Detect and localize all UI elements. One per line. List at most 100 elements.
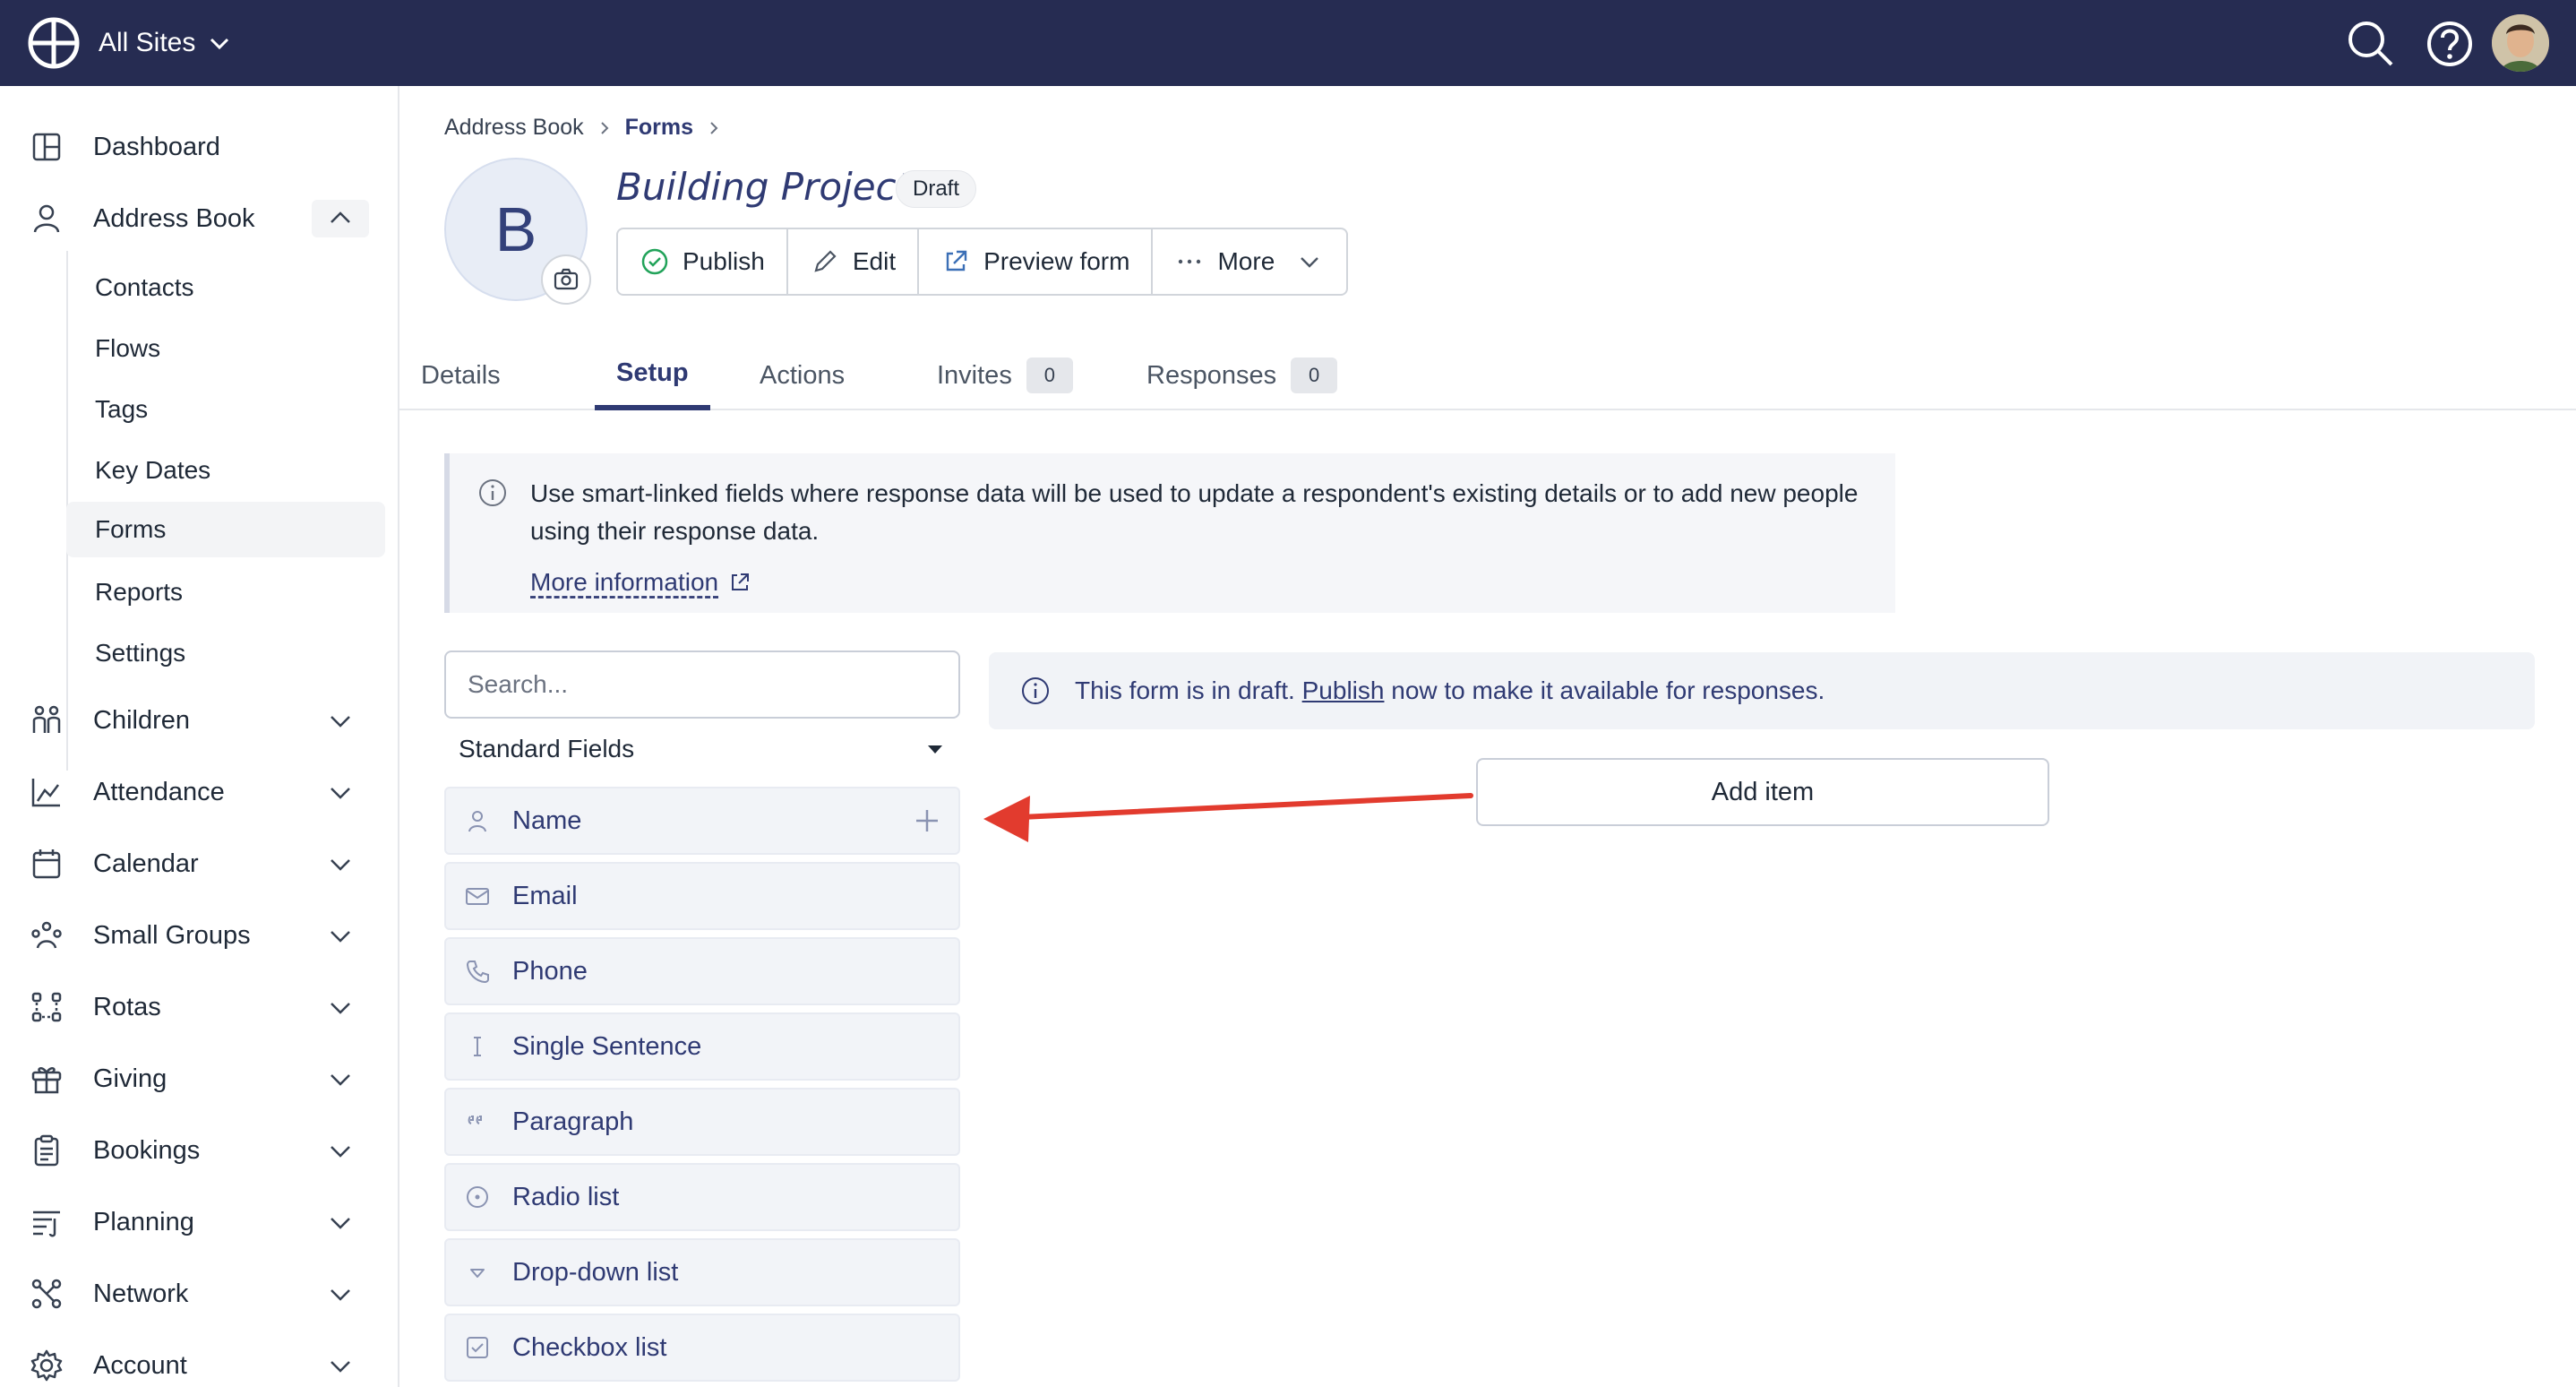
- text-cursor-icon: [474, 1037, 481, 1056]
- chevron-down-icon: [331, 859, 350, 871]
- sidebar-item-giving[interactable]: Giving: [0, 1050, 399, 1107]
- tab-invites[interactable]: Invites 0: [915, 340, 1095, 410]
- sidebar-item-attendance[interactable]: Attendance: [0, 763, 399, 821]
- tab-count-badge: 0: [1291, 358, 1338, 393]
- sidebar-item-small-groups[interactable]: Small Groups: [0, 907, 399, 964]
- publish-link[interactable]: Publish: [1302, 676, 1385, 704]
- more-information-link[interactable]: More information: [530, 568, 752, 597]
- tab-count-badge: 0: [1026, 358, 1073, 393]
- sidebar-item-label: Children: [93, 705, 190, 735]
- envelope-icon: [466, 888, 489, 905]
- person-icon: [33, 204, 60, 233]
- field-item-label: Radio list: [512, 1182, 620, 1211]
- draft-notice-banner: This form is in draft. Publish now to ma…: [989, 652, 2535, 729]
- field-item-label: Email: [512, 881, 578, 910]
- sidebar-item-rotas[interactable]: Rotas: [0, 978, 399, 1036]
- tab-responses[interactable]: Responses 0: [1125, 340, 1359, 410]
- more-label: More: [1217, 247, 1275, 275]
- checkbox-icon: [467, 1337, 488, 1358]
- children-icon: [32, 705, 61, 733]
- tab-label: Actions: [760, 360, 846, 390]
- external-link-icon: [946, 250, 967, 271]
- chevron-down-icon: [331, 716, 350, 728]
- field-item-label: Drop-down list: [512, 1257, 679, 1287]
- field-item-paragraph[interactable]: Paragraph: [444, 1088, 960, 1156]
- add-item-button[interactable]: Add item: [1476, 758, 2049, 826]
- quote-icon: [468, 1116, 482, 1124]
- chevron-down-icon: [210, 38, 229, 50]
- field-item-single-sentence[interactable]: Single Sentence: [444, 1012, 960, 1081]
- person-icon: [468, 811, 486, 832]
- sidebar-item-bookings[interactable]: Bookings: [0, 1122, 399, 1179]
- tab-label: Setup: [616, 358, 689, 387]
- tab-actions[interactable]: Actions: [738, 340, 866, 410]
- sidebar: Dashboard Address Book Contacts Flows Ta…: [0, 86, 399, 1387]
- chevron-up-icon: [331, 211, 350, 223]
- sidebar-subitem-settings[interactable]: Settings: [66, 625, 385, 681]
- info-icon: [479, 479, 506, 506]
- more-menu-button[interactable]: More: [1153, 229, 1346, 294]
- sidebar-subitem-reports[interactable]: Reports: [66, 564, 385, 620]
- tab-bar: Details Setup Actions Invites 0 Response…: [399, 340, 2576, 410]
- phone-icon: [466, 961, 489, 984]
- field-item-radio-list[interactable]: Radio list: [444, 1163, 960, 1231]
- sidebar-item-label: Planning: [93, 1207, 194, 1236]
- sidebar-item-account[interactable]: Account: [0, 1337, 399, 1387]
- sidebar-subitem-forms[interactable]: Forms: [66, 502, 385, 557]
- search-icon[interactable]: [2345, 18, 2397, 70]
- app-logo-icon[interactable]: [27, 16, 81, 70]
- publish-button[interactable]: Publish: [618, 229, 788, 294]
- breadcrumb-address-book[interactable]: Address Book: [444, 115, 584, 141]
- sidebar-item-label: Network: [93, 1279, 189, 1308]
- plus-icon[interactable]: [912, 805, 942, 836]
- sidebar-item-label: Rotas: [93, 992, 161, 1021]
- help-icon[interactable]: [2424, 18, 2476, 70]
- sidebar-item-address-book[interactable]: Address Book: [0, 190, 399, 247]
- user-avatar[interactable]: [2492, 14, 2549, 72]
- field-item-label: Phone: [512, 956, 588, 986]
- change-image-button[interactable]: [541, 254, 591, 305]
- field-item-label: Checkbox list: [512, 1332, 667, 1362]
- gear-icon: [30, 1349, 63, 1382]
- page-title: Building Project: [616, 165, 912, 209]
- tab-label: Details: [421, 360, 501, 390]
- sidebar-subitem-key-dates[interactable]: Key Dates: [66, 443, 385, 498]
- field-search-input[interactable]: [444, 650, 960, 719]
- field-category-select[interactable]: Standard Fields: [444, 726, 960, 772]
- site-switcher[interactable]: All Sites: [99, 0, 231, 86]
- edit-button[interactable]: Edit: [788, 229, 920, 294]
- field-item-email[interactable]: Email: [444, 862, 960, 930]
- field-item-label: Name: [512, 805, 582, 835]
- sidebar-subitem-flows[interactable]: Flows: [66, 321, 385, 376]
- camera-icon: [554, 268, 579, 290]
- sidebar-item-calendar[interactable]: Calendar: [0, 835, 399, 892]
- field-item-drop-down-list[interactable]: Drop-down list: [444, 1238, 960, 1306]
- tab-setup[interactable]: Setup: [595, 340, 710, 410]
- sidebar-subitem-contacts[interactable]: Contacts: [66, 260, 385, 315]
- sidebar-item-children[interactable]: Children: [0, 692, 399, 749]
- sidebar-item-dashboard[interactable]: Dashboard: [0, 118, 399, 176]
- chevron-down-icon: [331, 1361, 350, 1373]
- chevron-down-icon: [331, 931, 350, 943]
- status-badge: Draft: [896, 170, 977, 208]
- field-item-checkbox-list[interactable]: Checkbox list: [444, 1314, 960, 1382]
- top-bar: All Sites: [0, 0, 2576, 86]
- publish-label: Publish: [683, 247, 765, 275]
- calendar-icon: [32, 849, 61, 879]
- pencil-icon: [814, 250, 837, 272]
- sidebar-subitem-tags[interactable]: Tags: [66, 382, 385, 437]
- sidebar-item-planning[interactable]: Planning: [0, 1193, 399, 1251]
- form-actions-toolbar: Publish Edit Preview form More: [616, 228, 1349, 296]
- preview-form-button[interactable]: Preview form: [919, 229, 1154, 294]
- field-item-phone[interactable]: Phone: [444, 937, 960, 1005]
- tab-details[interactable]: Details: [399, 340, 522, 410]
- annotation-arrow: [983, 793, 1473, 842]
- site-switch-label: All Sites: [99, 28, 196, 57]
- field-item-name[interactable]: Name: [444, 787, 960, 855]
- breadcrumb-forms[interactable]: Forms: [625, 115, 693, 141]
- dashboard-icon: [32, 133, 61, 161]
- sidebar-item-network[interactable]: Network: [0, 1265, 399, 1322]
- field-item-label: Single Sentence: [512, 1031, 702, 1061]
- chart-icon: [31, 779, 60, 807]
- field-item-label: Paragraph: [512, 1107, 634, 1136]
